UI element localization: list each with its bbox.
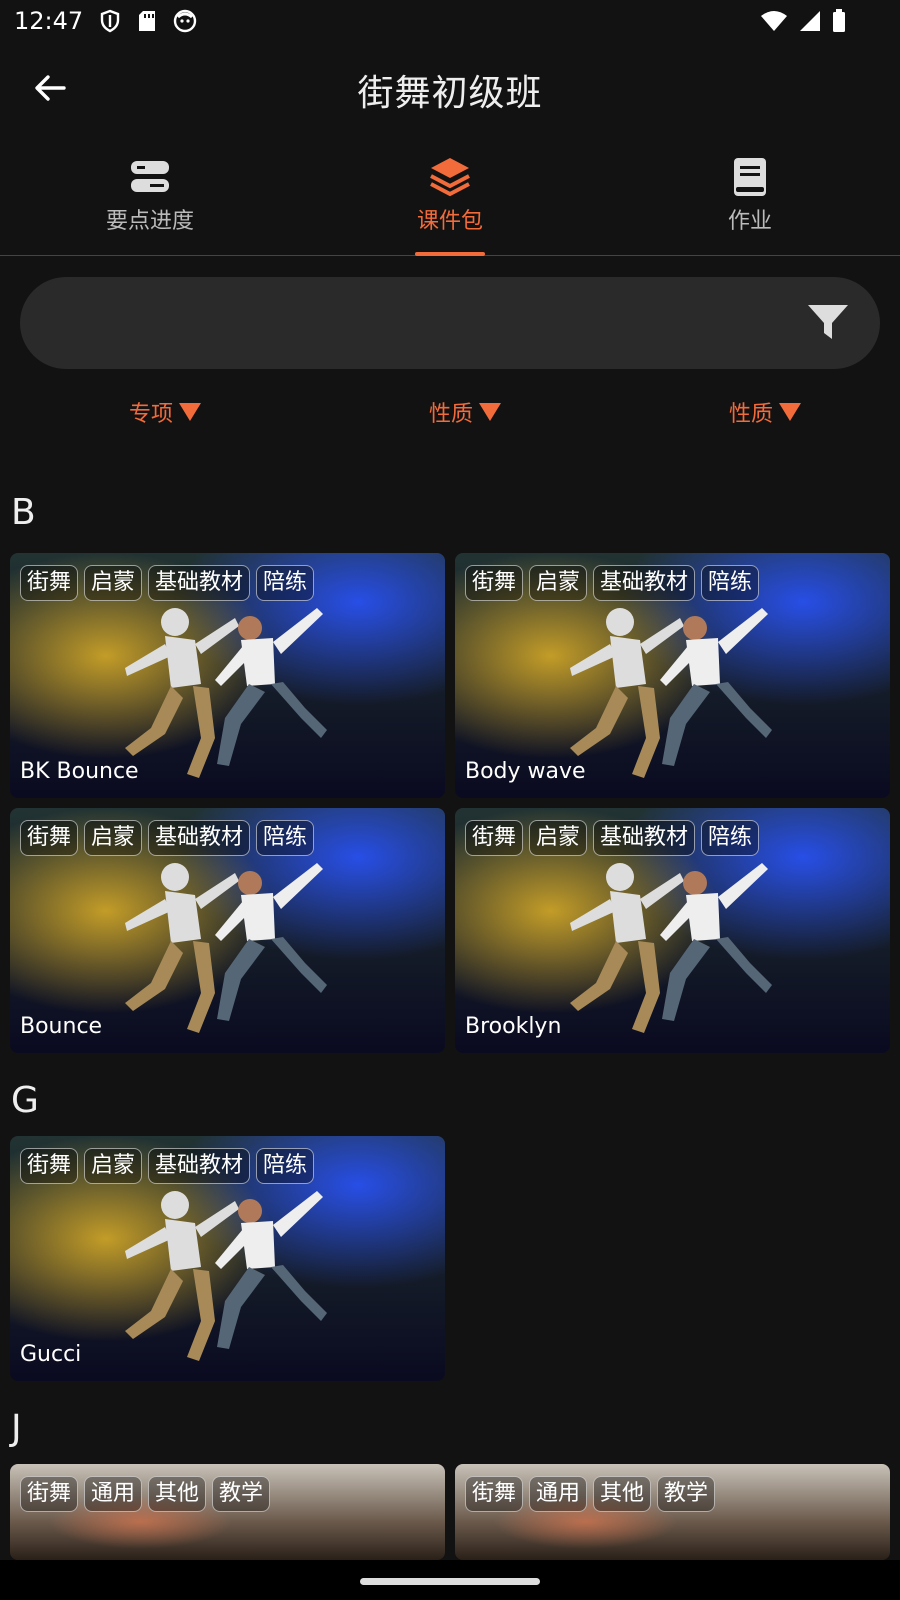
- tab-progress[interactable]: 要点进度: [0, 145, 300, 255]
- card-tag: 其他: [593, 1476, 652, 1512]
- card-tag: 街舞: [20, 1476, 79, 1512]
- course-card[interactable]: 街舞 启蒙 基础教材 陪练 Bounce: [10, 808, 445, 1053]
- card-tag: 通用: [529, 1476, 588, 1512]
- sd-card-icon: [139, 11, 156, 31]
- dancers-illustration: [125, 863, 327, 1033]
- card-tags: 街舞 通用 其他 教学: [465, 1476, 716, 1512]
- card-tag: 启蒙: [84, 820, 143, 856]
- app-bar: 街舞初级班: [0, 42, 900, 138]
- tab-courseware[interactable]: 课件包: [300, 145, 600, 256]
- card-tag: 陪练: [701, 820, 760, 856]
- card-tag: 陪练: [256, 1148, 315, 1184]
- card-tag: 街舞: [465, 565, 524, 601]
- layers-icon: [430, 158, 470, 197]
- card-tag: 街舞: [465, 820, 524, 856]
- course-card[interactable]: 街舞 启蒙 基础教材 陪练 Gucci: [10, 1136, 445, 1381]
- tab-courseware-label: 课件包: [416, 209, 483, 234]
- progress-icon: [131, 161, 169, 192]
- card-tag: 基础教材: [148, 820, 251, 856]
- section-header-g: G: [11, 1080, 39, 1121]
- card-tags: 街舞 通用 其他 教学: [20, 1476, 271, 1512]
- card-title: Brooklyn: [465, 1014, 562, 1039]
- card-tag: 街舞: [20, 565, 79, 601]
- card-tag: 街舞: [20, 820, 79, 856]
- dancers-illustration: [570, 863, 772, 1033]
- card-tag: 基础教材: [593, 565, 696, 601]
- filter-label: 专项: [128, 402, 173, 427]
- card-tags: 街舞 启蒙 基础教材 陪练: [20, 820, 315, 856]
- page-title: 街舞初级班: [357, 73, 543, 114]
- filter-nature-dropdown-2[interactable]: 性质: [699, 392, 801, 432]
- card-tag: 启蒙: [529, 820, 588, 856]
- dancers-illustration: [570, 608, 772, 778]
- back-arrow-icon[interactable]: [28, 66, 72, 110]
- filter-icon[interactable]: [806, 303, 850, 343]
- card-title: BK Bounce: [20, 759, 139, 784]
- course-card[interactable]: 街舞 通用 其他 教学: [455, 1464, 890, 1560]
- filter-specialty-dropdown[interactable]: 专项: [99, 392, 201, 432]
- card-tag: 教学: [212, 1476, 271, 1512]
- home-gesture-handle[interactable]: [360, 1578, 540, 1585]
- tab-homework-label: 作业: [727, 209, 772, 234]
- card-tags: 街舞 启蒙 基础教材 陪练: [465, 565, 760, 601]
- search-bar: [20, 277, 880, 371]
- dancers-illustration: [125, 1191, 327, 1361]
- course-card[interactable]: 街舞 通用 其他 教学: [10, 1464, 445, 1560]
- tab-progress-label: 要点进度: [105, 209, 194, 234]
- dropdown-triangle-icon: [479, 403, 501, 421]
- card-title: Body wave: [465, 759, 586, 784]
- tab-bar: 要点进度 课件包 作业: [0, 145, 900, 256]
- card-tag: 通用: [84, 1476, 143, 1512]
- battery-icon: [833, 9, 845, 32]
- status-time: 12:47: [14, 7, 84, 35]
- card-tag: 陪练: [701, 565, 760, 601]
- signal-icon: [800, 11, 820, 31]
- status-bar: 12:47: [0, 0, 900, 42]
- dancers-illustration: [125, 608, 327, 778]
- filter-label: 性质: [728, 402, 773, 427]
- card-tag: 街舞: [20, 1148, 79, 1184]
- face-icon: [173, 9, 197, 33]
- filter-nature-dropdown[interactable]: 性质: [399, 392, 501, 432]
- card-title: Gucci: [20, 1342, 82, 1367]
- filter-label: 性质: [428, 402, 473, 427]
- card-tag: 启蒙: [84, 1148, 143, 1184]
- card-tag: 基础教材: [148, 565, 251, 601]
- card-tag: 教学: [657, 1476, 716, 1512]
- search-input[interactable]: [56, 277, 780, 371]
- card-tags: 街舞 启蒙 基础教材 陪练: [20, 565, 315, 601]
- dropdown-triangle-icon: [179, 403, 201, 421]
- card-tag: 基础教材: [593, 820, 696, 856]
- section-header-b: B: [11, 492, 36, 533]
- card-tag: 启蒙: [84, 565, 143, 601]
- card-title: Bounce: [20, 1014, 103, 1039]
- section-header-j: J: [11, 1408, 22, 1449]
- wifi-icon: [761, 11, 787, 31]
- card-tag: 陪练: [256, 565, 315, 601]
- card-tag: 其他: [148, 1476, 207, 1512]
- course-card[interactable]: 街舞 启蒙 基础教材 陪练 Brooklyn: [455, 808, 890, 1053]
- card-tag: 陪练: [256, 820, 315, 856]
- book-icon: [734, 158, 766, 196]
- card-tag: 启蒙: [529, 565, 588, 601]
- course-card[interactable]: 街舞 启蒙 基础教材 陪练 Body wave: [455, 553, 890, 798]
- card-tag: 街舞: [465, 1476, 524, 1512]
- card-tag: 基础教材: [148, 1148, 251, 1184]
- filter-row: 专项 性质 性质: [0, 392, 900, 432]
- card-tags: 街舞 启蒙 基础教材 陪练: [465, 820, 760, 856]
- shield-icon: [100, 9, 120, 33]
- dropdown-triangle-icon: [779, 403, 801, 421]
- tab-homework[interactable]: 作业: [600, 145, 900, 255]
- system-nav-bar: [0, 1560, 900, 1600]
- course-card[interactable]: 街舞 启蒙 基础教材 陪练 BK Bounce: [10, 553, 445, 798]
- card-tags: 街舞 启蒙 基础教材 陪练: [20, 1148, 315, 1184]
